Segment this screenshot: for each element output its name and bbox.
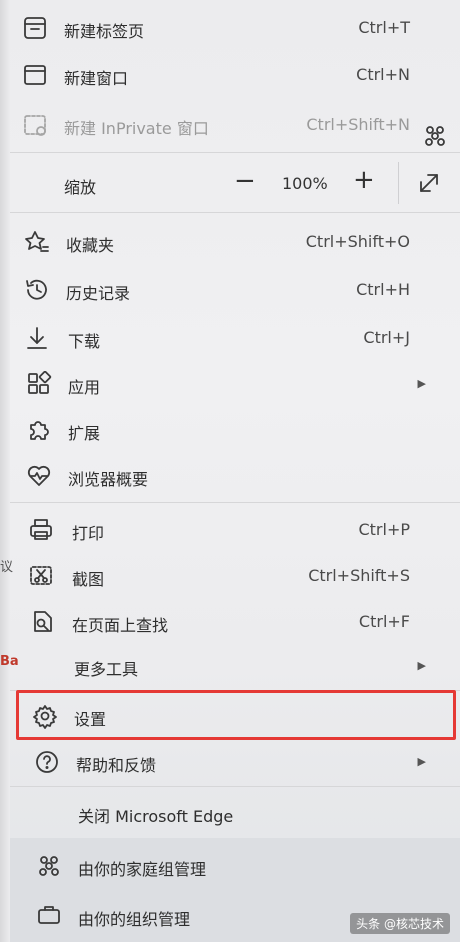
- menu-item-help-feedback[interactable]: 帮助和反馈 ▶: [10, 740, 440, 784]
- family-icon: [36, 852, 62, 878]
- downloads-label: 下载: [68, 332, 101, 351]
- printer-icon: [28, 517, 54, 543]
- extensions-puzzle-icon: [26, 417, 52, 443]
- divider: [10, 502, 460, 503]
- menu-item-new-tab[interactable]: 新建标签页 Ctrl+T: [10, 8, 440, 48]
- zoom-row: 缩放: [10, 158, 440, 208]
- new-tab-icon: [22, 15, 48, 41]
- menu-item-screenshot[interactable]: 截图 Ctrl+Shift+S: [10, 554, 440, 598]
- find-on-page-icon: [30, 609, 56, 635]
- zoom-label: 缩放: [64, 178, 97, 197]
- menu-item-print[interactable]: 打印 Ctrl+P: [10, 508, 440, 552]
- briefcase-icon: [36, 902, 62, 928]
- find-on-page-label: 在页面上查找: [72, 616, 169, 635]
- heart-pulse-icon: [26, 463, 52, 489]
- menu-item-more-tools[interactable]: 更多工具 ▶: [10, 644, 440, 688]
- help-question-icon: [34, 749, 60, 775]
- divider: [10, 786, 460, 787]
- print-shortcut: Ctrl+P: [358, 520, 410, 539]
- history-shortcut: Ctrl+H: [356, 280, 410, 299]
- family-managed-label: 由你的家庭组管理: [78, 860, 207, 879]
- help-feedback-label: 帮助和反馈: [76, 756, 157, 775]
- history-clock-icon: [24, 277, 50, 303]
- settings-highlight-box: [16, 690, 456, 740]
- new-inprivate-shortcut: Ctrl+Shift+N: [306, 115, 410, 134]
- menu-item-history[interactable]: 历史记录 Ctrl+H: [10, 268, 440, 312]
- apps-submenu-arrow-icon: ▶: [417, 377, 426, 390]
- menu-item-find-on-page[interactable]: 在页面上查找 Ctrl+F: [10, 600, 440, 644]
- menu-item-new-inprivate[interactable]: 新建 InPrivate 窗口 Ctrl+Shift+N: [10, 104, 440, 146]
- extensions-label: 扩展: [68, 424, 101, 443]
- screenshot-shortcut: Ctrl+Shift+S: [308, 566, 410, 585]
- menu-item-apps[interactable]: 应用 ▶: [10, 362, 440, 406]
- new-tab-label: 新建标签页: [64, 22, 145, 41]
- more-tools-label: 更多工具: [74, 660, 139, 679]
- menu-left-edge: [0, 0, 10, 942]
- divider: [10, 152, 460, 153]
- fullscreen-icon[interactable]: [416, 170, 442, 196]
- new-window-shortcut: Ctrl+N: [356, 65, 410, 84]
- menu-item-family-managed[interactable]: 由你的家庭组管理: [10, 842, 440, 888]
- new-inprivate-label: 新建 InPrivate 窗口: [64, 119, 209, 138]
- browser-menu: 议 Ba 新建标签页 Ctrl+T 新建窗口 Ctrl+N 新建 InPriva…: [0, 0, 460, 942]
- apps-label: 应用: [68, 378, 101, 397]
- close-edge-label: 关闭 Microsoft Edge: [78, 807, 234, 826]
- more-tools-submenu-arrow-icon: ▶: [417, 659, 426, 672]
- screenshot-scissors-icon: [28, 563, 54, 589]
- browser-essentials-label: 浏览器概要: [68, 470, 149, 489]
- find-on-page-shortcut: Ctrl+F: [358, 612, 410, 631]
- family-group-icon: [422, 122, 448, 148]
- history-label: 历史记录: [66, 284, 131, 303]
- org-managed-label: 由你的组织管理: [78, 910, 191, 929]
- inprivate-icon: [22, 112, 48, 138]
- zoom-in-button[interactable]: +: [353, 167, 375, 193]
- download-icon: [24, 325, 50, 351]
- new-window-label: 新建窗口: [64, 69, 129, 88]
- zoom-separator: [398, 162, 399, 204]
- menu-item-new-window[interactable]: 新建窗口 Ctrl+N: [10, 56, 440, 96]
- favorites-label: 收藏夹: [66, 236, 115, 255]
- downloads-shortcut: Ctrl+J: [363, 328, 410, 347]
- watermark: 头条 @核芯技术: [350, 913, 450, 934]
- favorites-shortcut: Ctrl+Shift+O: [305, 232, 410, 251]
- print-label: 打印: [72, 524, 105, 543]
- menu-item-extensions[interactable]: 扩展: [10, 408, 440, 452]
- menu-item-close-edge[interactable]: 关闭 Microsoft Edge: [10, 790, 440, 836]
- new-tab-shortcut: Ctrl+T: [358, 18, 410, 37]
- menu-item-favorites[interactable]: 收藏夹 Ctrl+Shift+O: [10, 220, 440, 264]
- help-submenu-arrow-icon: ▶: [417, 755, 426, 768]
- zoom-out-button[interactable]: −: [234, 168, 256, 194]
- menu-item-downloads[interactable]: 下载 Ctrl+J: [10, 316, 440, 360]
- apps-grid-icon: [26, 371, 52, 397]
- new-window-icon: [22, 62, 48, 88]
- zoom-value: 100%: [282, 174, 328, 193]
- divider: [10, 212, 460, 213]
- screenshot-label: 截图: [72, 570, 105, 589]
- menu-item-browser-essentials[interactable]: 浏览器概要: [10, 454, 440, 498]
- favorites-star-icon: [24, 229, 50, 255]
